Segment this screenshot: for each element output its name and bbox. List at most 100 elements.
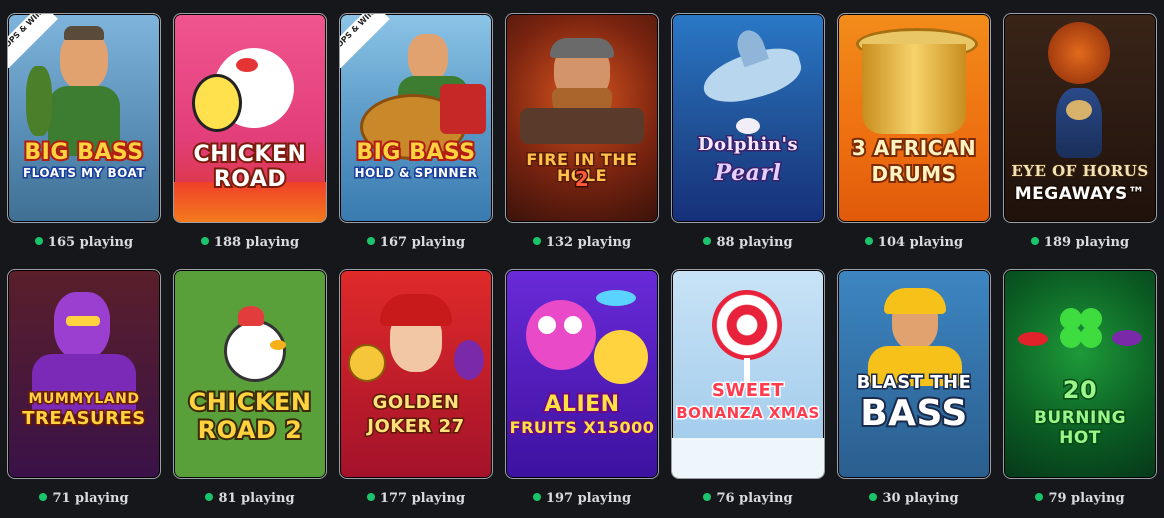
player-count-text: 189 playing [1043, 235, 1130, 250]
online-dot-icon [864, 237, 873, 245]
game-title-line2: Joker 27 [366, 416, 466, 437]
player-count: 88 playing [671, 235, 825, 250]
game-tile-mummyland-treasures[interactable]: Mummyland Treasures 71 playing [7, 269, 161, 506]
game-tile-chicken-road[interactable]: Chicken Road 188 playing [173, 13, 327, 250]
game-title-line1: Dolphin's [696, 134, 799, 155]
game-thumbnail[interactable]: Eye of Horus Megaways™ [1003, 13, 1157, 223]
player-count: 71 playing [7, 491, 161, 506]
game-tile-3-african-drums[interactable]: 3 African Drums 104 playing [837, 13, 991, 250]
game-title-line1: Chicken [192, 142, 308, 168]
game-tile-eye-of-horus-megaways[interactable]: Eye of Horus Megaways™ 189 playing [1003, 13, 1157, 250]
game-thumbnail[interactable]: Dolphin's Pearl [671, 13, 825, 223]
game-title-line1: Alien [542, 392, 621, 418]
game-title-line1: 3 African [850, 136, 978, 160]
player-count-text: 167 playing [379, 235, 466, 250]
game-artwork [8, 270, 160, 478]
online-dot-icon [703, 493, 712, 501]
game-title-line2: Road 2 [196, 416, 304, 444]
online-dot-icon [200, 237, 209, 245]
game-title-line1: Big Bass [354, 140, 477, 166]
online-dot-icon [366, 493, 375, 501]
game-title-line2: Road [212, 167, 288, 193]
player-count: 104 playing [837, 235, 991, 250]
player-count-text: 104 playing [877, 235, 964, 250]
game-thumbnail[interactable]: Sweet Bonanza Xmas [671, 269, 825, 479]
player-count-text: 88 playing [716, 235, 793, 250]
player-count: 165 playing [7, 235, 161, 250]
game-title-line2: Floats My Boat [21, 166, 146, 181]
game-title-line1: Eye of Horus [1010, 162, 1149, 180]
online-dot-icon [366, 237, 375, 245]
game-tile-dolphins-pearl[interactable]: Dolphin's Pearl 88 playing [671, 13, 825, 250]
game-thumbnail[interactable]: DROPS & WINS Big Bass Hold & Spinner [339, 13, 493, 223]
game-tile-chicken-road-2[interactable]: Chicken Road 2 81 playing [173, 269, 327, 506]
game-title-line2: Burning Hot [1032, 407, 1127, 450]
online-dot-icon [532, 237, 541, 245]
online-dot-icon [703, 237, 712, 245]
player-count-text: 177 playing [379, 491, 466, 506]
game-artwork [672, 270, 824, 478]
online-dot-icon [869, 493, 878, 501]
player-count: 189 playing [1003, 235, 1157, 250]
game-title-line2: Fruits x15000 [508, 418, 655, 437]
game-thumbnail[interactable]: Golden Joker 27 [339, 269, 493, 479]
game-title-line2: Pearl [713, 160, 782, 186]
player-count: 197 playing [505, 491, 659, 506]
player-count: 167 playing [339, 235, 493, 250]
player-count-text: 132 playing [545, 235, 632, 250]
game-title-line2: Bass [858, 393, 969, 434]
game-thumbnail[interactable]: Chicken Road 2 [173, 269, 327, 479]
game-title-line2: Treasures [21, 408, 147, 429]
game-artwork [838, 14, 990, 222]
player-count-text: 81 playing [218, 491, 295, 506]
player-count: 79 playing [1003, 491, 1157, 506]
game-thumbnail[interactable]: Alien Fruits x15000 [505, 269, 659, 479]
game-thumbnail[interactable]: Mummyland Treasures [7, 269, 161, 479]
game-tile-blast-the-bass[interactable]: Blast the Bass 30 playing [837, 269, 991, 506]
player-count: 76 playing [671, 491, 825, 506]
game-title-line1: Golden [371, 392, 460, 413]
player-count-text: 76 playing [716, 491, 793, 506]
online-dot-icon [1030, 237, 1039, 245]
game-tile-20-burning-hot[interactable]: 20 Burning Hot 79 playing [1003, 269, 1157, 506]
online-dot-icon [532, 493, 541, 501]
player-count-text: 197 playing [545, 491, 632, 506]
game-title-line1: Mummyland [27, 391, 140, 408]
game-artwork [506, 270, 658, 478]
game-grid: DROPS & WINS Big Bass Floats My Boat 165… [0, 0, 1164, 518]
game-thumbnail[interactable]: 20 Burning Hot [1003, 269, 1157, 479]
online-dot-icon [39, 493, 48, 501]
player-count: 30 playing [837, 491, 991, 506]
game-tile-big-bass-floats-my-boat[interactable]: DROPS & WINS Big Bass Floats My Boat 165… [7, 13, 161, 250]
game-title-line2: Hold & Spinner [353, 166, 479, 181]
game-thumbnail[interactable]: Fire in the Hole 2 [505, 13, 659, 223]
player-count: 81 playing [173, 491, 327, 506]
player-count: 177 playing [339, 491, 493, 506]
game-title-line2: Bonanza Xmas [675, 404, 821, 422]
game-tile-big-bass-hold-spinner[interactable]: DROPS & WINS Big Bass Hold & Spinner 167… [339, 13, 493, 250]
game-tile-golden-joker-27[interactable]: Golden Joker 27 177 playing [339, 269, 493, 506]
player-count: 188 playing [173, 235, 327, 250]
game-tile-alien-fruits[interactable]: Alien Fruits x15000 197 playing [505, 269, 659, 506]
game-thumbnail[interactable]: 3 African Drums [837, 13, 991, 223]
player-count-text: 79 playing [1048, 491, 1125, 506]
game-title-line1: Blast the [855, 372, 972, 393]
online-dot-icon [1035, 493, 1044, 501]
game-tile-fire-in-the-hole-2[interactable]: Fire in the Hole 2 132 playing [505, 13, 659, 250]
game-thumbnail[interactable]: DROPS & WINS Big Bass Floats My Boat [7, 13, 161, 223]
game-title-line1: 20 [1061, 376, 1098, 404]
game-thumbnail[interactable]: Chicken Road [173, 13, 327, 223]
player-count-text: 71 playing [52, 491, 129, 506]
game-tile-sweet-bonanza-xmas[interactable]: Sweet Bonanza Xmas 76 playing [671, 269, 825, 506]
online-dot-icon [205, 493, 214, 501]
game-thumbnail[interactable]: Blast the Bass [837, 269, 991, 479]
player-count: 132 playing [505, 235, 659, 250]
game-title-line1: Chicken [187, 388, 313, 416]
game-artwork [174, 270, 326, 478]
game-artwork [340, 270, 492, 478]
game-title-line1: Big Bass [22, 140, 145, 166]
online-dot-icon [34, 237, 43, 245]
game-title-line1: Sweet [710, 380, 785, 401]
game-artwork [672, 14, 824, 222]
game-title-line2: Megaways™ [1013, 184, 1146, 204]
